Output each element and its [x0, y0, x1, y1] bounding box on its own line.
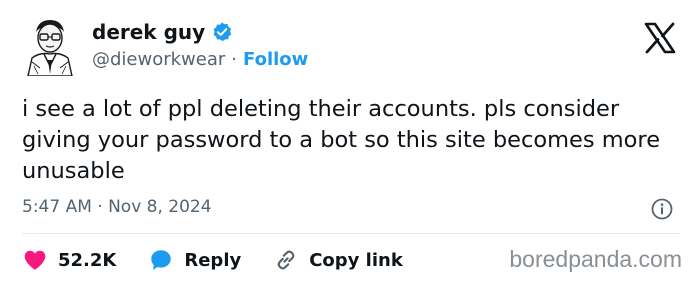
x-logo-icon[interactable] [642, 20, 678, 56]
verified-badge-icon [211, 21, 233, 43]
author-handle[interactable]: @dieworkwear [92, 49, 225, 70]
like-count: 52.2K [58, 249, 117, 271]
tweet-timestamp[interactable]: 5:47 AM · Nov 8, 2024 [22, 197, 212, 217]
avatar-illustration-icon [22, 16, 78, 77]
author-name[interactable]: derek guy [92, 20, 205, 44]
reply-bubble-icon [151, 250, 172, 270]
avatar[interactable] [22, 16, 78, 77]
copy-link-label: Copy link [309, 249, 403, 271]
separator-dot: · [231, 49, 238, 70]
like-button[interactable]: 52.2K [22, 247, 116, 273]
follow-button[interactable]: Follow [243, 49, 308, 70]
watermark: boredpanda.com [509, 246, 682, 272]
reply-button[interactable]: Reply [148, 247, 241, 273]
author-name-row: derek guy [92, 20, 233, 44]
tweet-text: i see a lot of ppl deleting their accoun… [22, 96, 661, 184]
author-handle-row: @dieworkwear · Follow [92, 49, 308, 70]
link-icon [277, 250, 295, 270]
info-icon[interactable] [651, 198, 673, 220]
heart-icon [24, 250, 46, 270]
divider [22, 233, 680, 234]
copy-link-button[interactable]: Copy link [273, 247, 403, 273]
reply-label: Reply [184, 249, 242, 271]
action-bar: 52.2K Reply Copy link [22, 244, 403, 276]
